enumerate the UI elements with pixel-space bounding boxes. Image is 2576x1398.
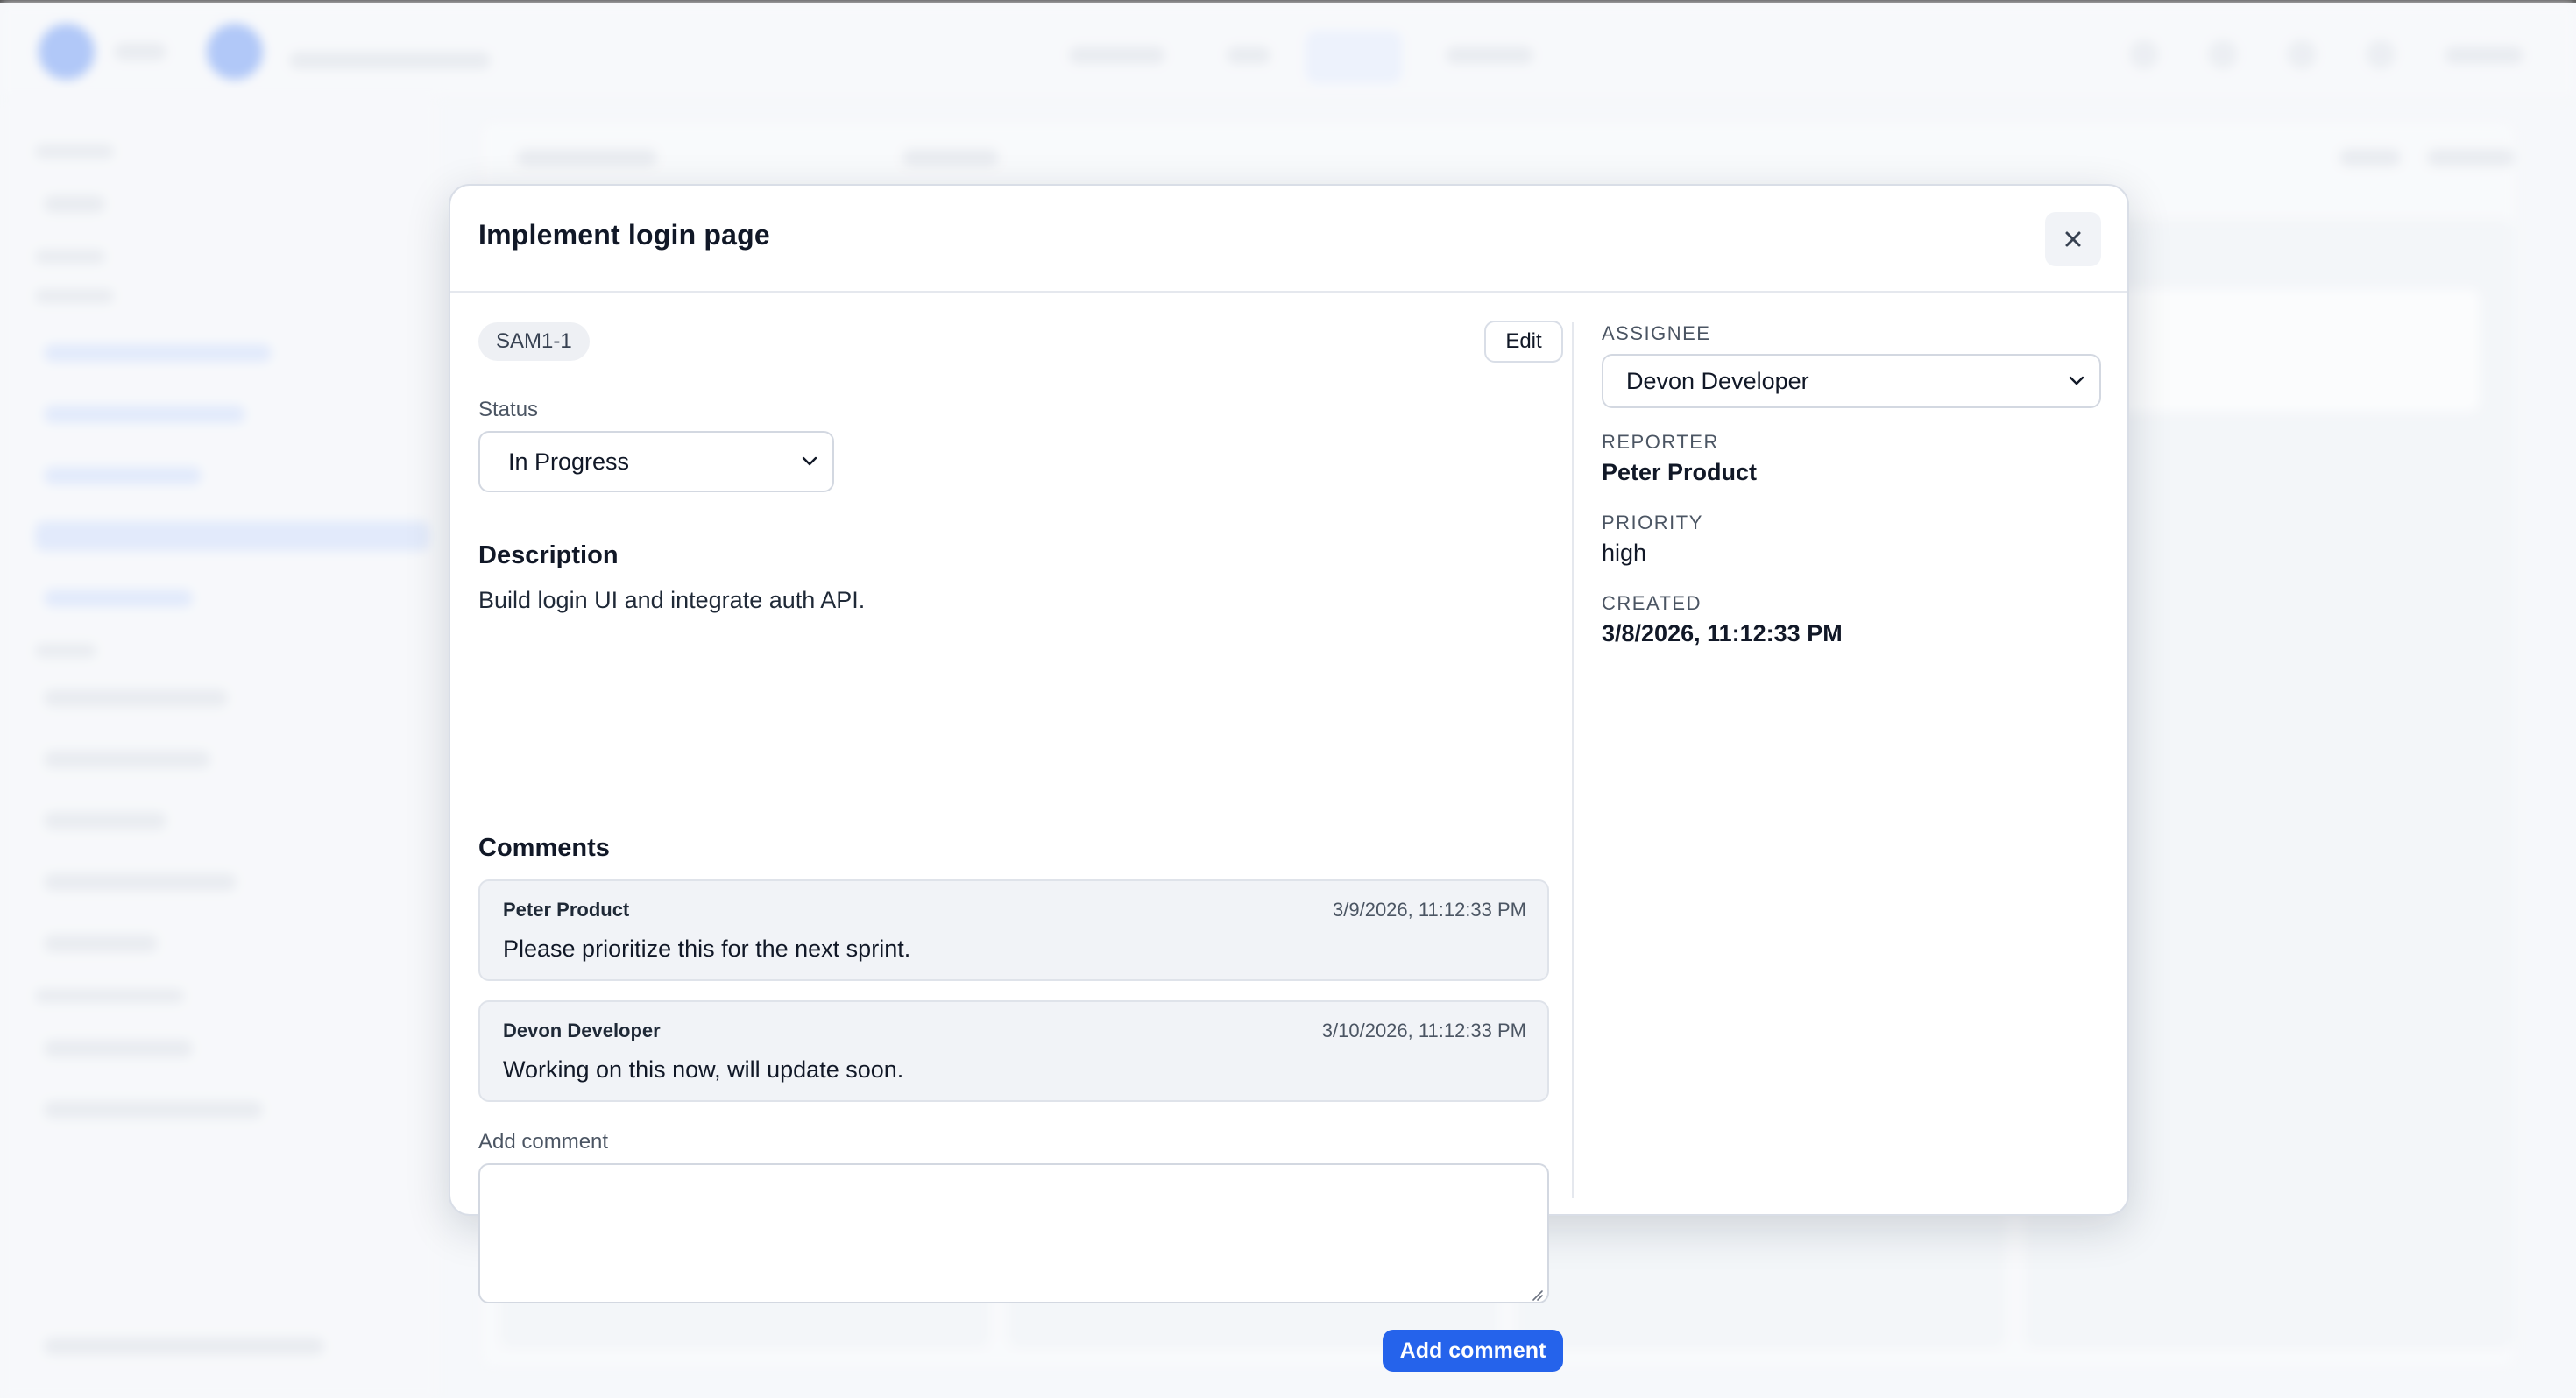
comment-item: Devon Developer 3/10/2026, 11:12:33 PM W… <box>478 1000 1549 1102</box>
description-heading: Description <box>478 541 619 569</box>
comment-author: Peter Product <box>503 899 630 921</box>
status-select[interactable]: In Progress <box>478 431 834 492</box>
issue-detail-modal: Implement login page SAM1-1 Edit Status … <box>449 184 2129 1372</box>
resize-grip-icon[interactable] <box>1530 1288 1544 1302</box>
reporter-value: Peter Product <box>1602 459 1758 485</box>
chevron-down-icon <box>802 456 817 466</box>
description-text: Build login UI and integrate auth API. <box>478 587 866 613</box>
edit-button[interactable]: Edit <box>1484 321 1563 363</box>
status-selected-value: In Progress <box>508 448 630 475</box>
comment-textarea[interactable] <box>478 1163 1549 1303</box>
comment-timestamp: 3/10/2026, 11:12:33 PM <box>1321 1020 1526 1041</box>
assignee-select[interactable]: Devon Developer <box>1602 354 2101 408</box>
assignee-label: ASSIGNEE <box>1602 322 1711 344</box>
comment-item: Peter Product 3/9/2026, 11:12:33 PM Plea… <box>478 879 1549 981</box>
issue-key-badge: SAM1-1 <box>478 322 590 361</box>
add-comment-button[interactable]: Add comment <box>1383 1330 1563 1372</box>
comment-text: Please prioritize this for the next spri… <box>503 936 911 962</box>
comment-text: Working on this now, will update soon. <box>503 1056 904 1083</box>
chevron-down-icon <box>2069 376 2084 385</box>
status-label: Status <box>478 398 539 421</box>
created-label: CREATED <box>1602 592 1702 614</box>
modal-title: Implement login page <box>478 219 770 251</box>
priority-value: high <box>1602 540 1647 566</box>
add-comment-label: Add comment <box>478 1130 609 1154</box>
issue-main-panel: SAM1-1 Edit Status In Progress Descripti… <box>478 293 1563 1372</box>
created-value: 3/8/2026, 11:12:33 PM <box>1602 620 1843 646</box>
assignee-selected-value: Devon Developer <box>1626 367 1809 394</box>
comment-author: Devon Developer <box>503 1020 661 1041</box>
close-button[interactable] <box>2045 212 2101 266</box>
column-divider <box>1572 322 1574 1198</box>
modal-header: Implement login page <box>450 186 2127 293</box>
comments-heading: Comments <box>478 834 610 862</box>
reporter-label: REPORTER <box>1602 431 1719 453</box>
comment-timestamp: 3/9/2026, 11:12:33 PM <box>1333 899 1526 921</box>
close-icon <box>2065 231 2081 247</box>
issue-details-panel: ASSIGNEE Devon Developer REPORTER Peter … <box>1602 293 2101 1212</box>
priority-label: PRIORITY <box>1602 512 1703 533</box>
